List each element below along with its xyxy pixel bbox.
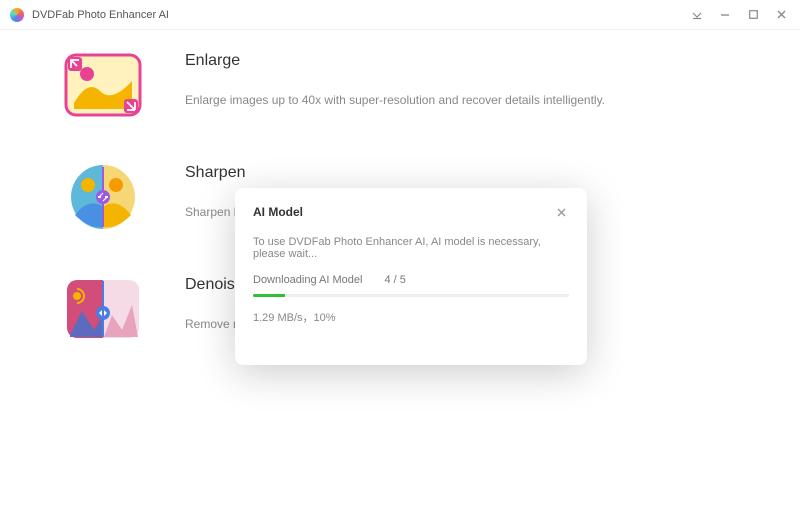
download-label: Downloading AI Model [253,274,362,286]
app-logo-icon [10,8,24,22]
close-button[interactable] [770,4,792,26]
enlarge-desc: Enlarge images up to 40x with super-reso… [185,92,605,109]
minimize-button[interactable] [714,4,736,26]
dialog-close-button[interactable] [553,204,569,220]
sharpen-icon [60,162,145,232]
download-speed: 1.29 MB/s，10% [253,309,569,325]
dialog-message: To use DVDFab Photo Enhancer AI, AI mode… [253,236,569,260]
maximize-button[interactable] [742,4,764,26]
feature-enlarge[interactable]: Enlarge Enlarge images up to 40x with su… [60,50,800,120]
download-count: 4 / 5 [384,274,405,286]
ai-model-dialog: AI Model To use DVDFab Photo Enhancer AI… [235,188,587,365]
titlebar: DVDFab Photo Enhancer AI [0,0,800,30]
dialog-title: AI Model [253,205,553,219]
denoise-icon [60,274,145,344]
sharpen-title: Sharpen [185,164,250,182]
feature-enlarge-text: Enlarge Enlarge images up to 40x with su… [185,50,605,109]
progress-fill [253,294,285,297]
enlarge-icon [60,50,145,120]
download-status-row: Downloading AI Model 4 / 5 [253,274,569,286]
progress-bar [253,294,569,297]
enlarge-title: Enlarge [185,52,605,70]
app-title: DVDFab Photo Enhancer AI [32,9,169,21]
dialog-header: AI Model [253,204,569,220]
dropdown-button[interactable] [686,4,708,26]
